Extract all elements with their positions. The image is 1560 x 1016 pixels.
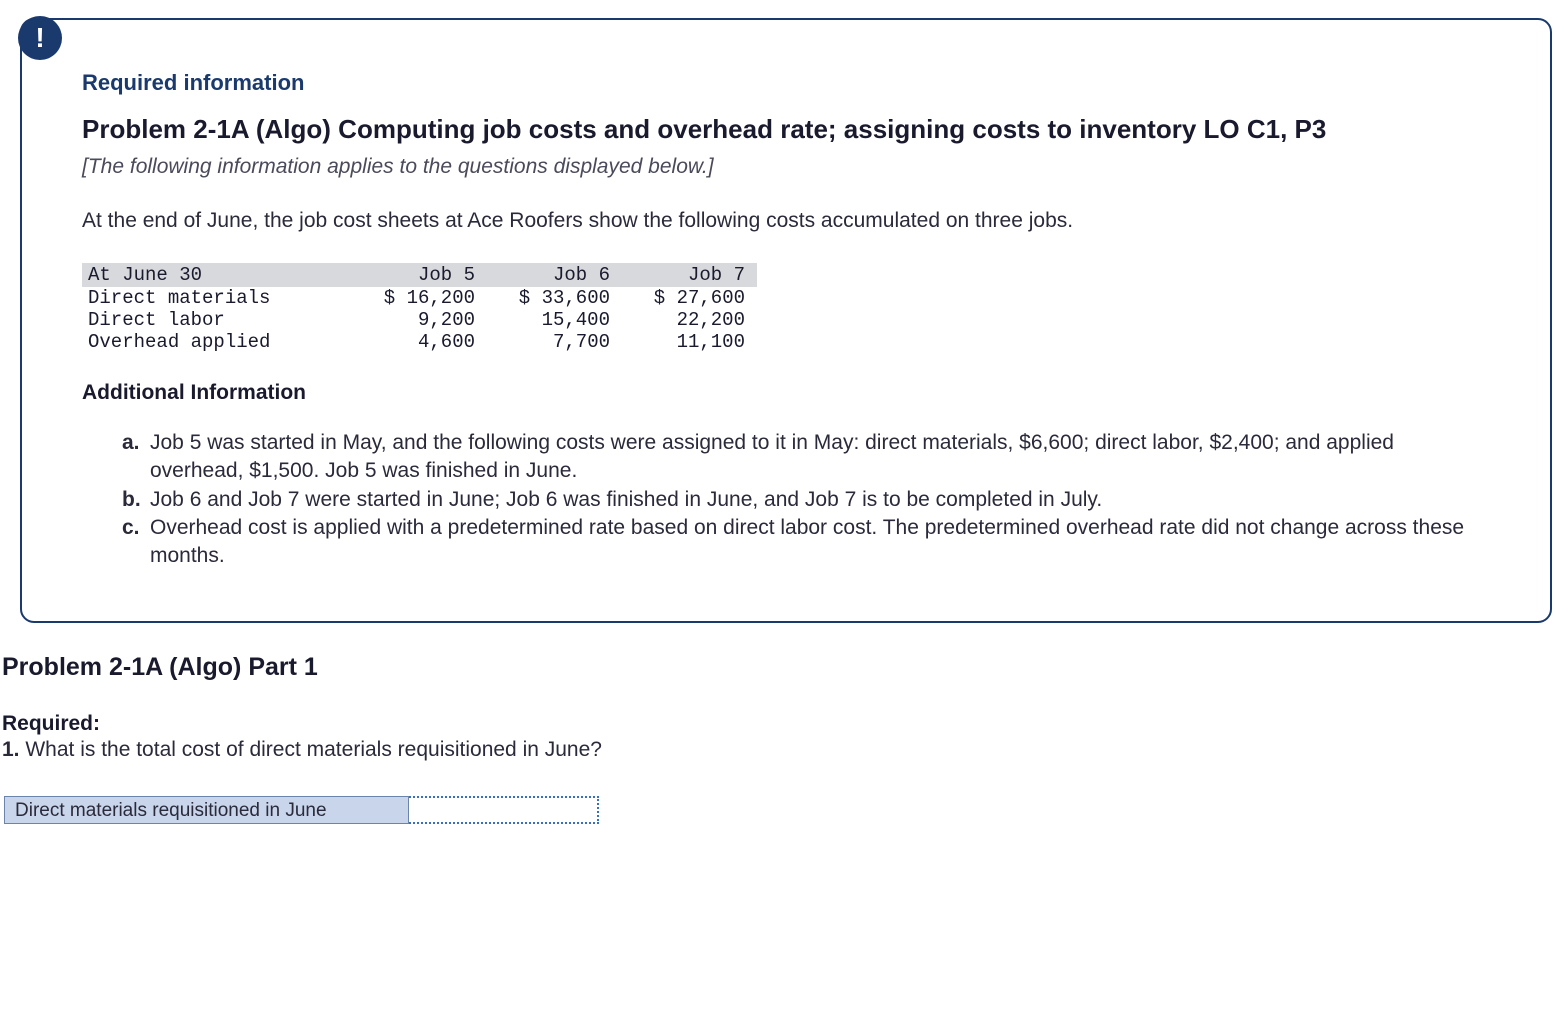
list-item: b. Job 6 and Job 7 were started in June;… — [122, 486, 1490, 514]
job-cost-table: At June 30 Job 5 Job 6 Job 7 Direct mate… — [82, 263, 757, 353]
table-row: Direct labor 9,200 15,400 22,200 — [82, 309, 757, 331]
list-item: c. Overhead cost is applied with a prede… — [122, 514, 1490, 571]
header-label: At June 30 — [82, 263, 352, 287]
header-job6: Job 6 — [487, 263, 622, 287]
header-job7: Job 7 — [622, 263, 757, 287]
cell: 9,200 — [352, 309, 487, 331]
additional-information-heading: Additional Information — [82, 381, 1490, 405]
header-job5: Job 5 — [352, 263, 487, 287]
row-label: Direct materials — [82, 287, 352, 309]
table-header-row: At June 30 Job 5 Job 6 Job 7 — [82, 263, 757, 287]
part-1-section: Problem 2-1A (Algo) Part 1 Required: 1. … — [0, 653, 1552, 824]
problem-title: Problem 2-1A (Algo) Computing job costs … — [82, 114, 1490, 145]
alert-icon: ! — [18, 16, 62, 60]
required-information-heading: Required information — [82, 70, 1490, 96]
item-marker: a. — [122, 429, 140, 457]
cell: $ 16,200 — [352, 287, 487, 309]
row-label: Direct labor — [82, 309, 352, 331]
question-number: 1. — [2, 738, 20, 761]
page-root: ! Required information Problem 2-1A (Alg… — [0, 18, 1560, 824]
cell: $ 27,600 — [622, 287, 757, 309]
row-label: Overhead applied — [82, 331, 352, 353]
item-text: Job 6 and Job 7 were started in June; Jo… — [150, 488, 1102, 511]
required-label: Required: — [2, 712, 1552, 736]
cell: 22,200 — [622, 309, 757, 331]
cell: 4,600 — [352, 331, 487, 353]
item-marker: b. — [122, 486, 141, 514]
applies-note: [The following information applies to th… — [82, 155, 1490, 179]
list-item: a. Job 5 was started in May, and the fol… — [122, 429, 1490, 486]
item-marker: c. — [122, 514, 140, 542]
table-row: Overhead applied 4,600 7,700 11,100 — [82, 331, 757, 353]
table-row: Direct materials $ 16,200 $ 33,600 $ 27,… — [82, 287, 757, 309]
question-text: What is the total cost of direct materia… — [20, 738, 602, 761]
cell: 15,400 — [487, 309, 622, 331]
answer-input[interactable] — [409, 796, 599, 824]
answer-label: Direct materials requisitioned in June — [4, 796, 409, 824]
required-information-box: ! Required information Problem 2-1A (Alg… — [20, 18, 1552, 623]
additional-information-list: a. Job 5 was started in May, and the fol… — [82, 429, 1490, 571]
item-text: Overhead cost is applied with a predeter… — [150, 516, 1464, 567]
part-title: Problem 2-1A (Algo) Part 1 — [2, 653, 1552, 682]
question-line: 1. What is the total cost of direct mate… — [2, 738, 1552, 762]
cell: 7,700 — [487, 331, 622, 353]
lead-paragraph: At the end of June, the job cost sheets … — [82, 209, 1490, 233]
cell: $ 33,600 — [487, 287, 622, 309]
cell: 11,100 — [622, 331, 757, 353]
answer-row: Direct materials requisitioned in June — [4, 796, 1552, 824]
item-text: Job 5 was started in May, and the follow… — [150, 431, 1394, 482]
